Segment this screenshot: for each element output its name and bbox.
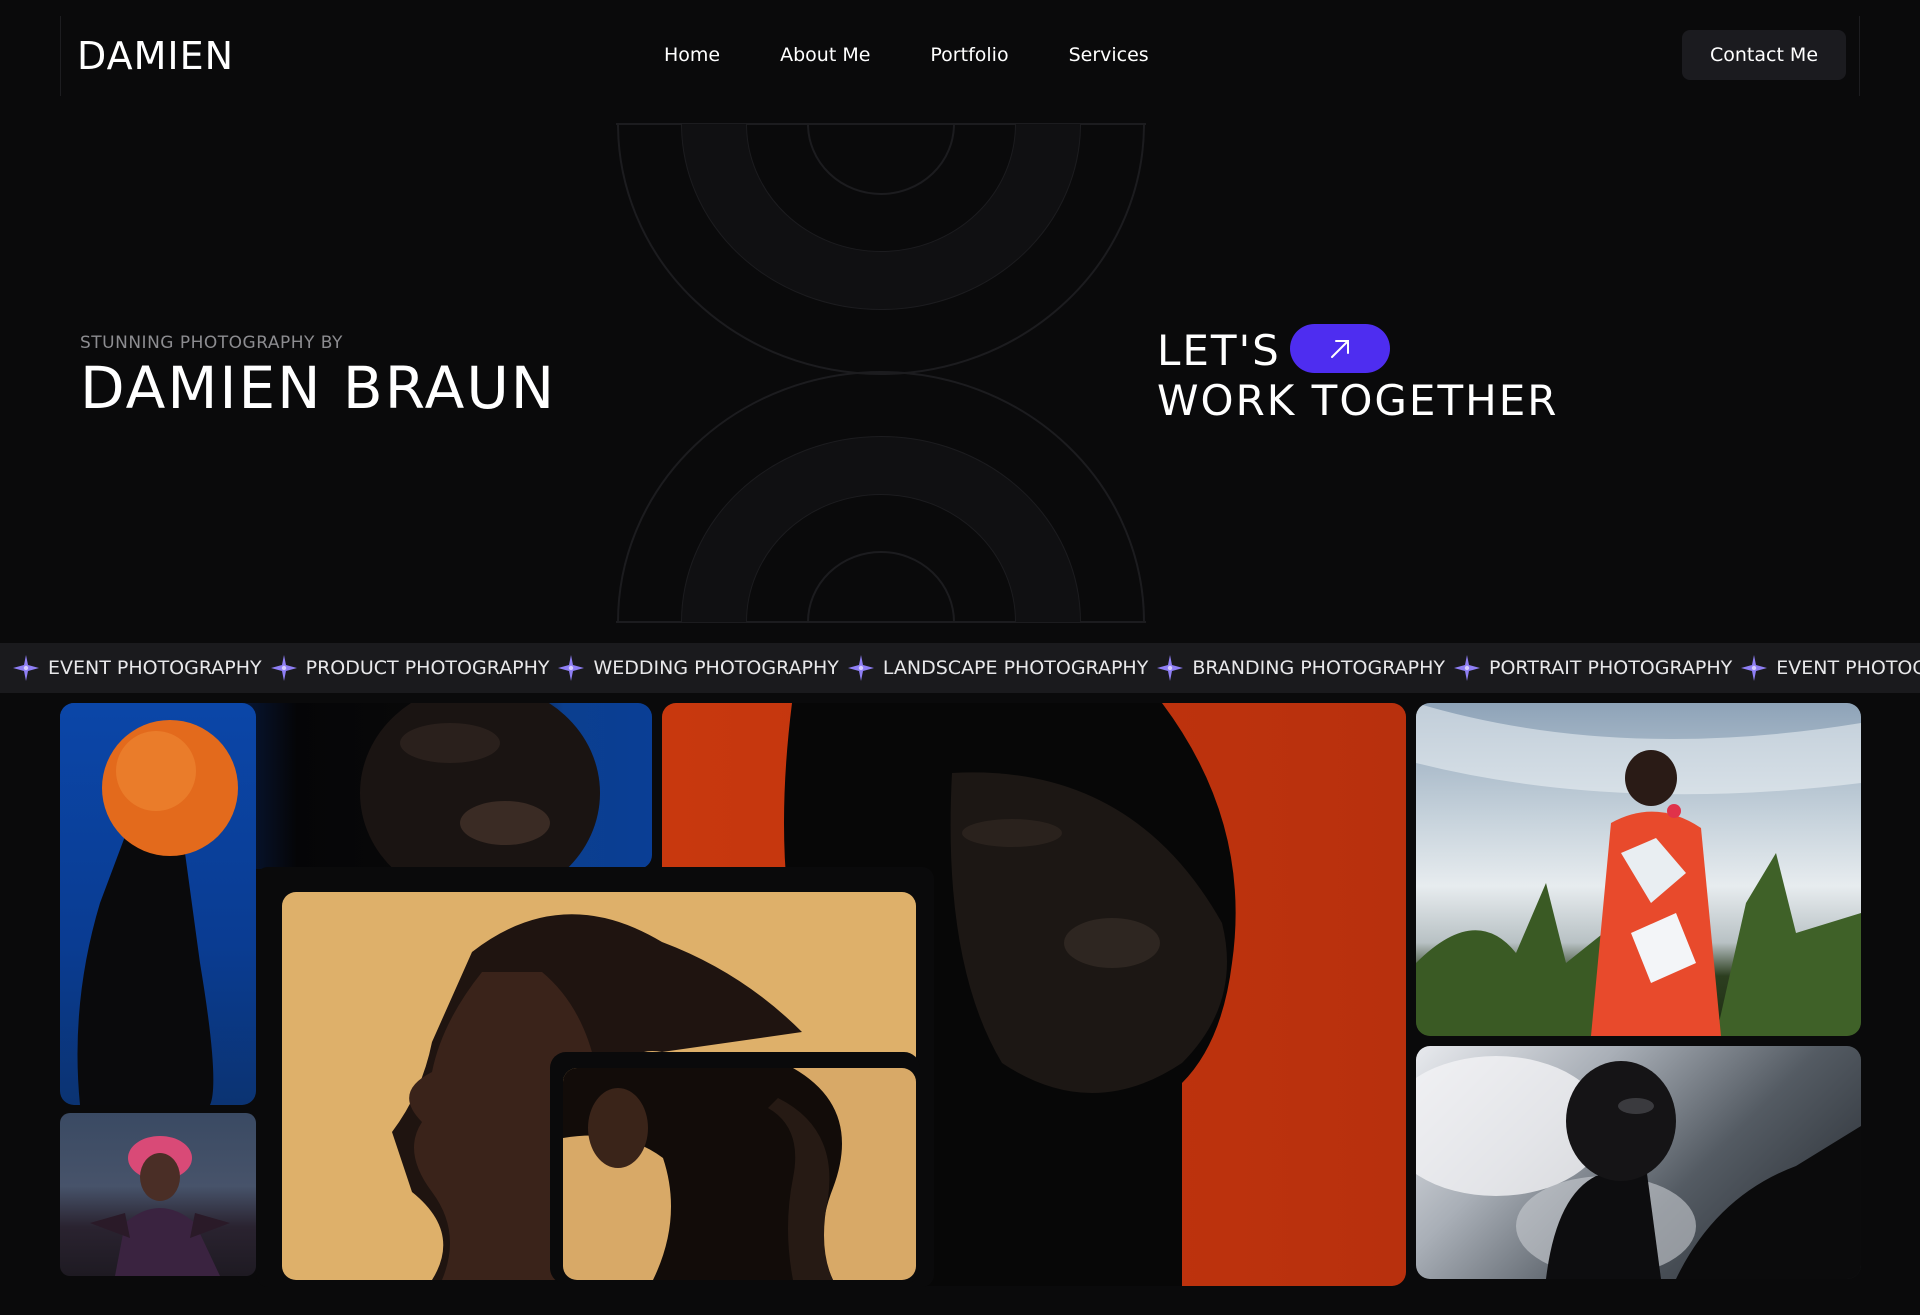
photo-pink-scarf[interactable] bbox=[60, 1113, 256, 1276]
ticker-item: WEDDING PHOTOGRAPHY bbox=[593, 657, 839, 679]
logo[interactable]: DAMIEN bbox=[77, 34, 234, 78]
decorative-arcs bbox=[616, 123, 1146, 623]
sparkle-icon bbox=[12, 654, 40, 682]
photo-field-art bbox=[1416, 703, 1861, 1036]
photo-sky-portrait[interactable] bbox=[1416, 1046, 1861, 1279]
arrow-up-right-icon bbox=[1331, 339, 1349, 358]
sparkle-icon bbox=[557, 654, 585, 682]
sparkle-icon bbox=[1740, 654, 1768, 682]
sparkle-icon bbox=[847, 654, 875, 682]
hero-title: DAMIEN BRAUN bbox=[80, 354, 557, 422]
ticker-track: EVENT PHOTOGRAPHY PRODUCT PHOTOGRAPHY WEDD… bbox=[4, 643, 1920, 693]
nav-item-portfolio[interactable]: Portfolio bbox=[930, 44, 1008, 66]
ticker-item: LANDSCAPE PHOTOGRAPHY bbox=[882, 657, 1149, 679]
cta-line-2: WORK TOGETHER bbox=[1157, 376, 1559, 425]
contact-me-button[interactable]: Contact Me bbox=[1682, 30, 1846, 80]
ticker-item: BRANDING PHOTOGRAPHY bbox=[1192, 657, 1445, 679]
nav-item-about-me[interactable]: About Me bbox=[780, 44, 870, 66]
top-navigation: DAMIEN Home About Me Portfolio Services … bbox=[60, 16, 1860, 96]
work-together-button[interactable] bbox=[1290, 324, 1390, 373]
photo-sky-art bbox=[1416, 1056, 1861, 1279]
hero-subtitle: STUNNING PHOTOGRAPHY BY bbox=[80, 333, 343, 353]
sparkle-icon bbox=[1453, 654, 1481, 682]
ticker-item: PRODUCT PHOTOGRAPHY bbox=[305, 657, 550, 679]
nav-item-home[interactable]: Home bbox=[664, 44, 720, 66]
photo-orange-hand[interactable] bbox=[60, 703, 256, 1105]
nav-item-services[interactable]: Services bbox=[1069, 44, 1149, 66]
photo-pink-art bbox=[90, 1136, 230, 1276]
nav-menu: Home About Me Portfolio Services bbox=[664, 44, 1149, 66]
photo-braid-yellow[interactable] bbox=[563, 1068, 916, 1280]
ticker-item: EVENT PHOTOGRAPHY bbox=[1776, 657, 1920, 679]
sparkle-icon bbox=[1156, 654, 1184, 682]
photo-braid-art bbox=[563, 1068, 842, 1280]
photo-field-fashion[interactable] bbox=[1416, 703, 1861, 1036]
photo-hand-art bbox=[77, 720, 238, 1105]
cta-line-1: LET'S bbox=[1157, 326, 1281, 375]
ticker-item: EVENT PHOTOGRAPHY bbox=[48, 657, 262, 679]
ticker-item: PORTRAIT PHOTOGRAPHY bbox=[1488, 657, 1733, 679]
sparkle-icon bbox=[270, 654, 298, 682]
services-ticker: EVENT PHOTOGRAPHY PRODUCT PHOTOGRAPHY WEDD… bbox=[0, 643, 1920, 693]
